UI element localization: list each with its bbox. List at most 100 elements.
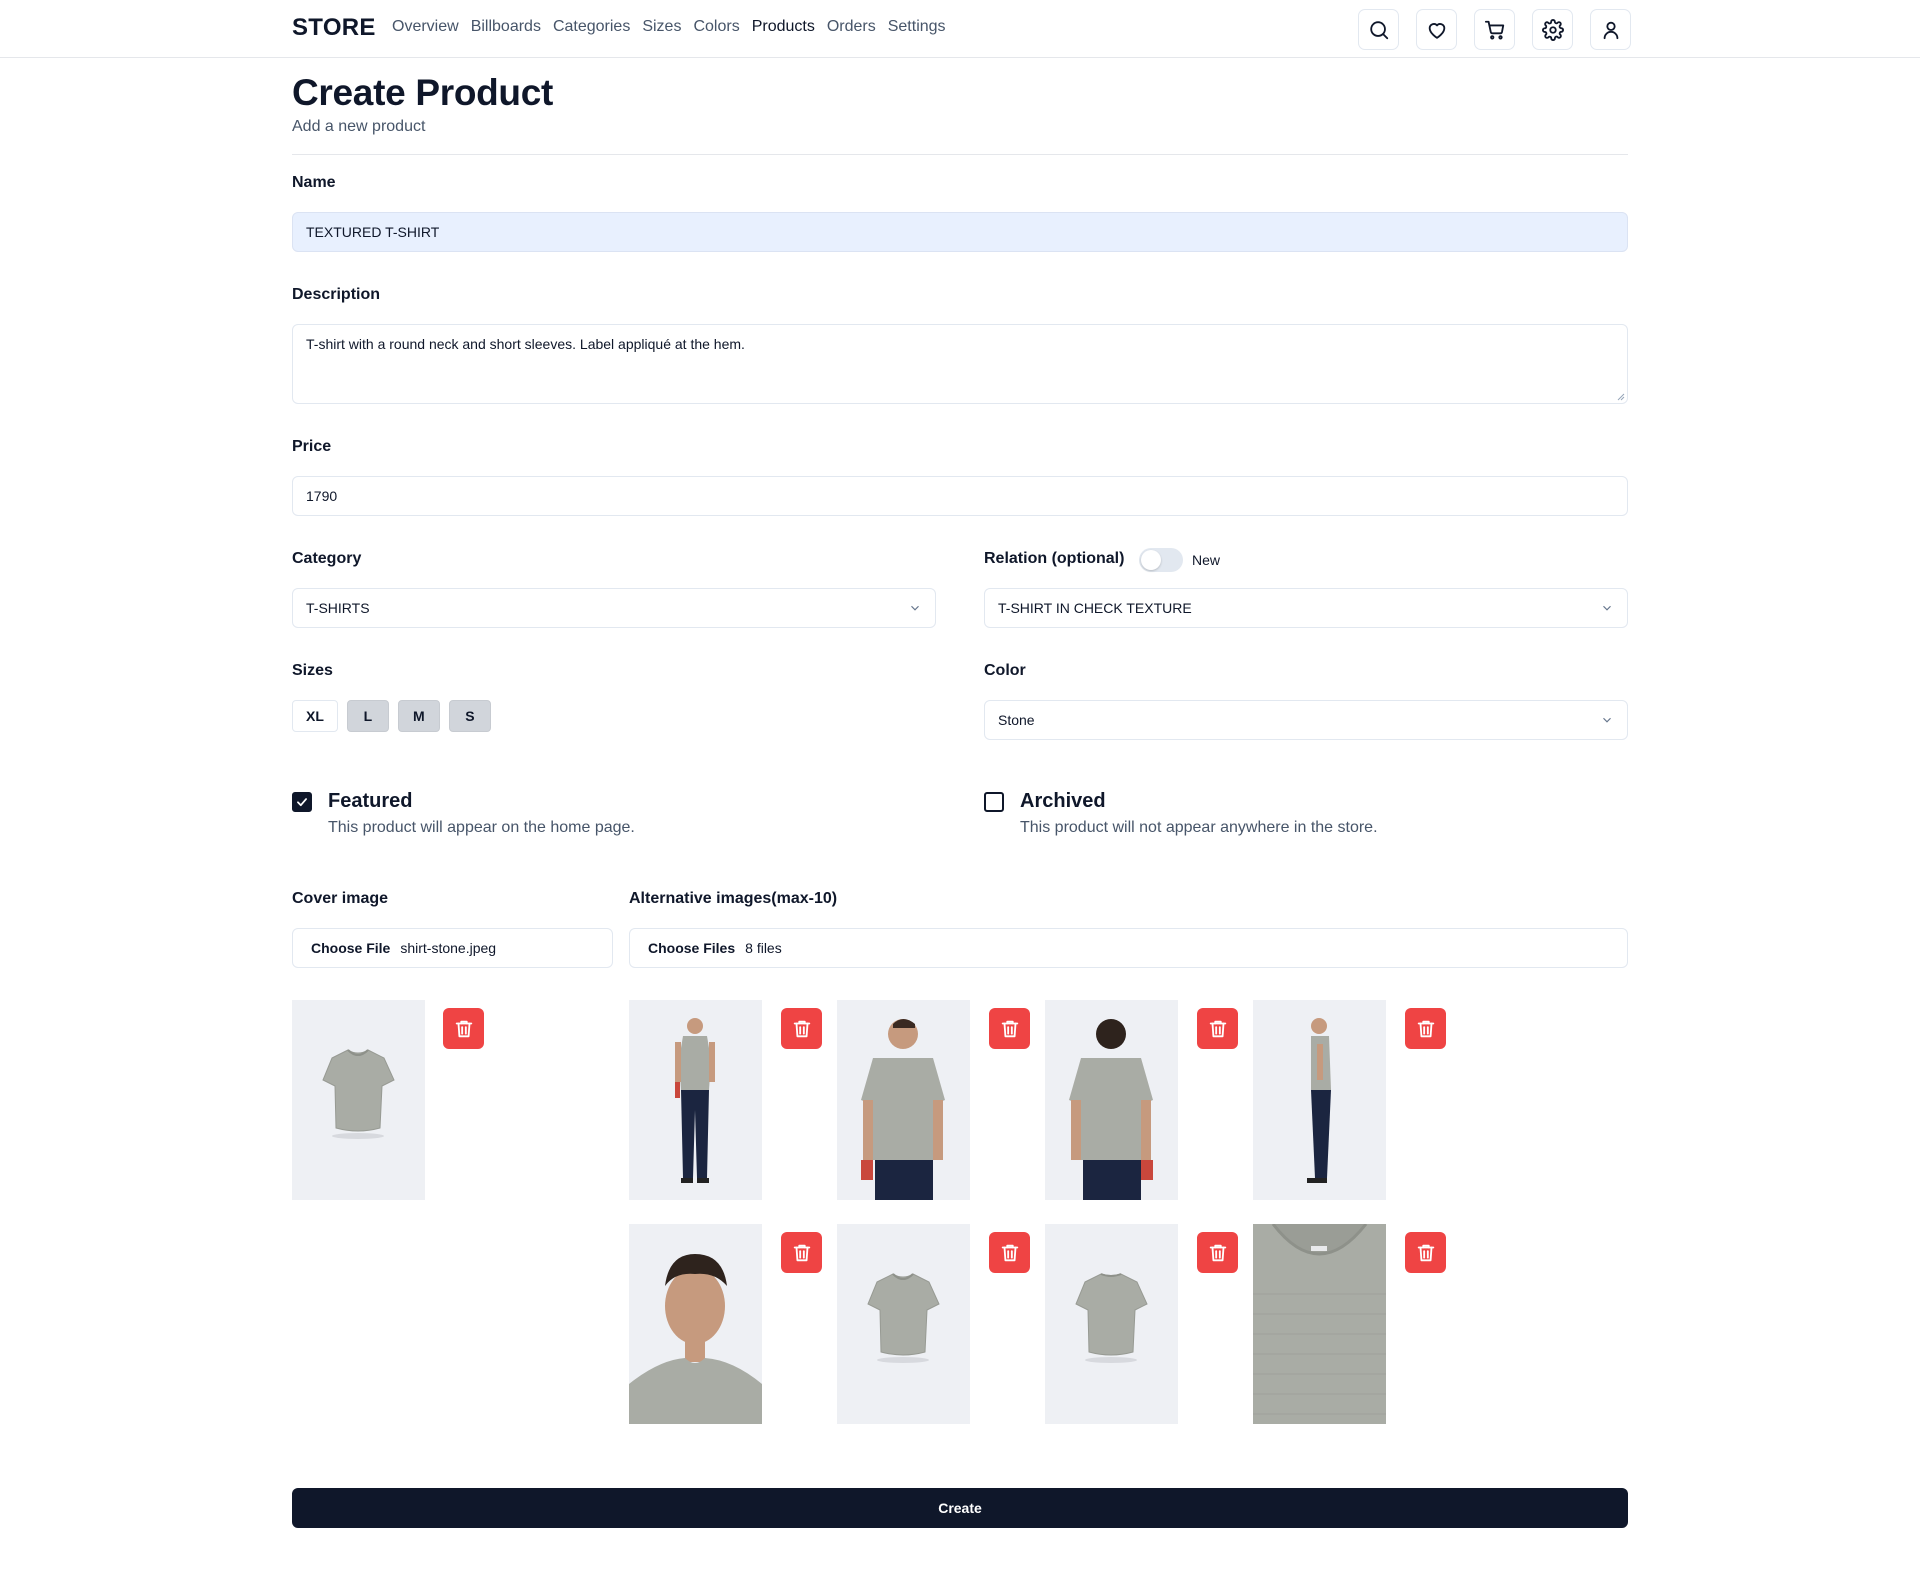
alt-images-file-input[interactable]: Choose Files 8 files [629,928,1628,968]
description-textarea[interactable]: T-shirt with a round neck and short slee… [292,324,1628,404]
cover-image-file-input[interactable]: Choose File shirt-stone.jpeg [292,928,613,968]
settings-button[interactable] [1532,9,1573,50]
trash-icon [793,1244,810,1261]
alt-images-label: Alternative images(max-10) [629,890,838,907]
size-option-xl[interactable]: XL [292,700,338,732]
user-icon [1603,21,1618,39]
archived-label: Archived [1020,790,1106,812]
alt-image-6 [837,1224,970,1424]
chevron-down-icon [1603,717,1611,723]
delete-alt-image-8-button[interactable] [1405,1232,1446,1273]
featured-label: Featured [328,790,413,812]
delete-alt-image-5-button[interactable] [781,1232,822,1273]
store-brand[interactable]: STORE [292,14,376,42]
chevron-down-icon [1603,605,1611,611]
trash-icon [1417,1020,1434,1037]
cover-choose-file-button[interactable]: Choose File [311,940,390,956]
price-input[interactable]: 1790 [292,476,1628,516]
tshirt-flat-image [292,1000,425,1200]
size-option-m[interactable]: M [397,700,440,732]
check-icon [297,798,307,807]
delete-alt-image-2-button[interactable] [989,1008,1030,1049]
size-options: XL L M S [292,700,491,732]
nav-link-orders[interactable]: Orders [827,18,876,36]
delete-alt-image-6-button[interactable] [989,1232,1030,1273]
resize-grip-icon[interactable] [1617,393,1625,401]
alt-image-7 [1045,1224,1178,1424]
relation-select[interactable]: T-SHIRT IN CHECK TEXTURE [984,588,1628,628]
chevron-down-icon [911,605,919,611]
delete-alt-image-3-button[interactable] [1197,1008,1238,1049]
cover-image-label: Cover image [292,890,389,907]
alt-file-count: 8 files [745,940,782,956]
trash-icon [1417,1244,1434,1261]
description-value: T-shirt with a round neck and short slee… [306,336,745,352]
wishlist-button[interactable] [1416,9,1457,50]
price-input-value: 1790 [306,488,338,504]
cover-file-name: shirt-stone.jpeg [400,940,497,956]
main-nav: Overview Billboards Categories Sizes Col… [392,18,946,36]
trash-icon [1001,1020,1018,1037]
featured-description: This product will appear on the home pag… [328,819,635,836]
cover-image-preview [292,1000,425,1200]
archived-description: This product will not appear anywhere in… [1020,819,1378,836]
model-front-full-image [629,1000,762,1200]
delete-alt-image-7-button[interactable] [1197,1232,1238,1273]
color-select[interactable]: Stone [984,700,1628,740]
header-separator [292,154,1628,155]
nav-link-products[interactable]: Products [752,18,815,36]
fabric-closeup-image [1253,1224,1386,1424]
relation-new-toggle[interactable] [1139,548,1183,572]
featured-checkbox[interactable] [292,792,312,812]
trash-icon [455,1020,472,1037]
size-option-l[interactable]: L [346,700,389,732]
alt-image-4 [1253,1000,1386,1200]
alt-image-1 [629,1000,762,1200]
nav-link-overview[interactable]: Overview [392,18,459,36]
nav-link-billboards[interactable]: Billboards [471,18,541,36]
size-option-s[interactable]: S [448,700,491,732]
alt-image-5 [629,1224,762,1424]
archived-checkbox[interactable] [984,792,1004,812]
nav-actions [1358,9,1631,50]
sizes-label: Sizes [292,662,333,679]
account-button[interactable] [1590,9,1631,50]
category-select[interactable]: T-SHIRTS [292,588,936,628]
relation-toggle-label: New [1192,552,1221,568]
heart-icon [1428,22,1445,39]
name-input-value: TEXTURED T-SHIRT [306,224,440,240]
search-button[interactable] [1358,9,1399,50]
trash-icon [793,1020,810,1037]
name-input[interactable]: TEXTURED T-SHIRT [292,212,1628,252]
cart-icon [1484,20,1504,39]
page-title: Create Product [292,72,554,113]
category-select-value: T-SHIRTS [306,600,370,616]
alt-choose-files-button[interactable]: Choose Files [648,940,735,956]
nav-link-settings[interactable]: Settings [888,18,946,36]
color-label: Color [984,662,1026,679]
delete-cover-image-button[interactable] [443,1008,484,1049]
alt-image-2 [837,1000,970,1200]
nav-link-sizes[interactable]: Sizes [642,18,681,36]
delete-alt-image-1-button[interactable] [781,1008,822,1049]
relation-label: Relation (optional) [984,550,1125,567]
create-button[interactable]: Create [292,1488,1628,1528]
color-select-value: Stone [998,712,1035,728]
nav-link-categories[interactable]: Categories [553,18,630,36]
search-icon [1369,20,1388,39]
relation-select-value: T-SHIRT IN CHECK TEXTURE [998,600,1192,616]
name-label: Name [292,174,336,191]
nav-link-colors[interactable]: Colors [693,18,739,36]
delete-alt-image-4-button[interactable] [1405,1008,1446,1049]
page-subtitle: Add a new product [292,118,426,135]
top-navbar: STORE Overview Billboards Categories Siz… [0,0,1920,58]
model-portrait-image [629,1224,762,1424]
trash-icon [1001,1244,1018,1261]
model-front-half-image [837,1000,970,1200]
alt-image-8 [1253,1224,1386,1424]
category-label: Category [292,550,362,567]
description-label: Description [292,286,381,303]
cart-button[interactable] [1474,9,1515,50]
trash-icon [1209,1020,1226,1037]
alt-image-3 [1045,1000,1178,1200]
